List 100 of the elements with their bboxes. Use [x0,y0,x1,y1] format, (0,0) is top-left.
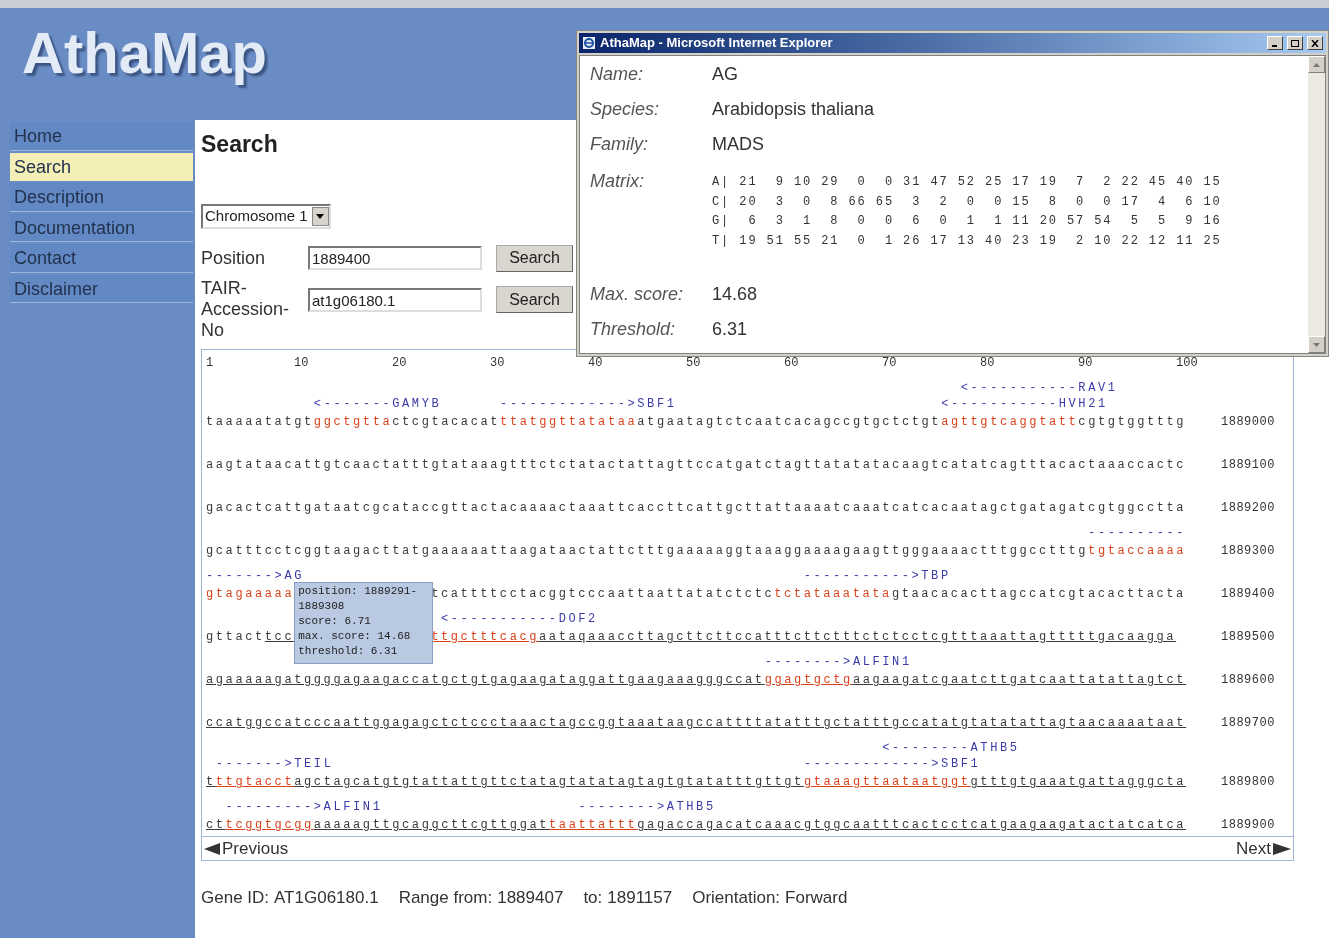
info-label: to: [583,887,603,909]
info-value: AT1G06180.1 [274,887,379,909]
binding-site[interactable]: ttatggttatataa [500,415,638,429]
ruler-number: 30 [490,356,506,370]
site-annotation: ------------->SBF1 [803,756,982,772]
nav-link[interactable]: Documentation [10,213,193,242]
sequence-text: aagtataacattgtcaactatttgtataaagtttctctatactattagttccatgatctagttatatatacaagtcatatcagtttacactaaaccactc [206,458,1187,472]
search-button[interactable]: Search [496,286,573,313]
sequence-text: atgaatagtctcaatcacagccgtgctctgt [637,415,942,429]
close-button[interactable] [1307,36,1323,50]
binding-site[interactable]: gtaaagttaataatggt [803,775,971,789]
binding-site[interactable]: taattattt [549,818,638,832]
position-number: 1889500 [1221,630,1275,644]
field-label: Position [201,246,267,270]
maximize-button[interactable] [1287,36,1303,50]
field-value: Arabidopsis thaliana [712,98,875,121]
page-title: Search [201,130,278,158]
sequence-text: aataqaaaccttagcttcttccatttcttctttctctcctcgtttaaattagtttttgacaagga [539,630,1177,644]
position-number: 1889600 [1221,673,1275,687]
ruler-number: 70 [882,356,898,370]
sequence-text: tcc [264,630,295,644]
window-title: AthaMap - Microsoft Internet Explorer [600,34,834,53]
sequence-text: gagaccagacatcaaacgtggcaatttcactcctcatgaagaagatactatcatca [637,818,1187,832]
previous-link[interactable]: Previous [204,835,289,862]
position-number: 1889200 [1221,501,1275,515]
minimize-button[interactable] [1267,36,1283,50]
site-annotation: -------->ALFIN1 [764,654,912,670]
field-label: Family: [590,133,649,156]
binding-site[interactable]: ggctgtta [313,415,393,429]
sequence-text: tcattttcctacggtcccaattaattatatctctc [431,587,775,601]
matrix-row-text: G| 6 3 1 8 0 0 6 0 1 1 11 20 57 54 5 5 9 16 [712,213,1222,230]
sequence-text: gtttgtgaaatgattagggcta [970,775,1187,789]
chromosome-select[interactable]: Chromosome 1 [201,204,331,229]
sequence-text: agctagcatgtgtattattgttctatagtatatagtagtgtatatttgttgt [294,775,804,789]
nav-link[interactable]: Search [10,152,193,181]
matrix-row-text: C| 20 3 0 8 66 65 3 2 0 0 15 8 0 0 17 4 6 10 [712,193,1222,211]
nav-link[interactable]: Home [10,122,193,151]
nav-link[interactable]: Disclaimer [10,274,193,303]
binding-site[interactable]: gtagaaaaa [206,587,295,601]
binding-site[interactable]: ttgctttcacg [431,630,540,644]
field-label: Max. score: [590,283,685,306]
binding-site[interactable]: tcggtgcgg [225,818,314,832]
info-label: Range from: [398,887,493,909]
position-number: 1889400 [1221,587,1275,601]
site-annotation: -------->ATHB5 [577,799,716,815]
ruler-number: 80 [980,356,996,370]
sequence-text: ct [206,818,226,832]
position-field[interactable]: 1889400 [308,246,482,270]
site-annotation: ----------->TBP [802,568,951,584]
position-number: 1889100 [1221,458,1275,472]
site-annotation: ------->TEIL [215,756,334,772]
nav-link[interactable]: Contact [10,244,193,273]
field-value: 6.31 [712,318,748,341]
ruler-number: 60 [784,356,800,370]
info-label: Orientation: [692,887,781,909]
ruler-number: 10 [294,356,310,370]
nav-link[interactable]: Description [10,183,193,212]
binding-site[interactable]: agttgtcaggtatt [941,415,1079,429]
field-label: Threshold: [590,318,677,341]
site-annotation: --------->ALFIN1 [225,799,383,815]
sequence-text: cgtgtggtttg [1078,415,1187,429]
ruler-number: 40 [588,356,604,370]
site-annotation: <-------GAMYB [313,396,442,412]
site-annotation: <-----------RAV1 [959,380,1118,396]
close-icon [1311,39,1319,47]
scrollbar[interactable] [1308,56,1325,353]
tooltip-line: score: 6.71 [298,614,372,629]
info-value: Forward [785,887,848,909]
sequence-text: taaaaatatgt [206,415,314,429]
ruler-number: 90 [1078,356,1094,370]
maximize-icon [1291,39,1299,47]
search-button[interactable]: Search [496,244,573,272]
position-number: 1889700 [1221,716,1275,730]
site-annotation: ------->AG [206,568,304,584]
browser-icon [582,36,596,50]
field-label: Matrix: [590,170,645,193]
binding-site[interactable]: ttgtacct [215,775,295,789]
binding-site[interactable]: ggagtgctg [764,673,853,687]
binding-site[interactable]: tgtaccaaaa [1088,544,1187,558]
sequence-text: gttact [206,630,265,644]
sequence-text: gacactcattgataatcgcataccgttactacaaaactaaattcaccttcattgcttattaaaatcaaatcatcacaatagctgatagatcgtggcctta [206,501,1187,515]
tooltip-line: 1889308 [298,599,346,614]
site-annotation: <-----------HVH21 [941,396,1109,412]
field-value: 14.68 [712,283,758,306]
tooltip-line: threshold: 6.31 [298,644,399,659]
sequence-text: agaaaaagatggggagaagaccatgctgtgagaagataggattgaagaaagggccat [206,673,765,687]
info-label: Gene ID: [201,887,270,909]
sequence-text: ccatggccatcccaattggagagctctccctaaactagccggtaaataagccattttatatttgctatttgccatatgtatatattagtaacaaaataat [206,716,1187,730]
site-logo[interactable]: AthaMap [22,20,267,85]
field-value: MADS [712,133,764,156]
info-value: 1889407 [497,887,564,909]
field-label: Species: [590,98,661,121]
binding-site[interactable]: tctataaatata [774,587,892,601]
ruler-number: 20 [392,356,408,370]
next-link[interactable]: Next [1236,835,1291,862]
position-number: 1889000 [1221,415,1275,429]
accession-field[interactable]: at1g06180.1 [308,288,482,312]
sequence-text: ctcgtacacat [392,415,501,429]
ruler-number: 100 [1176,356,1199,370]
right-triangle-icon [1273,842,1291,855]
